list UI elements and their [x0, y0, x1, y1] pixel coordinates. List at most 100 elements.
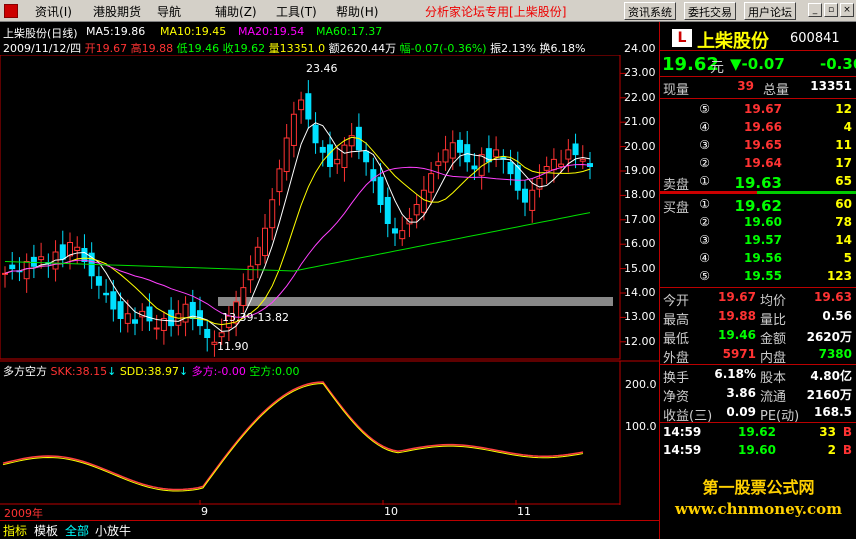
buy-level: ① [699, 197, 710, 211]
indicator-chart[interactable] [0, 360, 659, 505]
forum-button[interactable]: 用户论坛 [744, 2, 796, 20]
divider [660, 50, 856, 51]
close-icon[interactable]: × [840, 3, 854, 17]
buy-price: 19.62 [734, 197, 782, 215]
candle-body [81, 247, 88, 263]
tab-all[interactable]: 全部 [62, 521, 92, 539]
restore-icon[interactable]: ▫ [824, 3, 838, 17]
menu-navigate[interactable]: 导航 [157, 3, 181, 20]
menu-hk-futures[interactable]: 港股期货 [93, 3, 141, 20]
indicator-y-tick: 100.0 [625, 420, 657, 433]
candle-body [269, 199, 276, 229]
stock-logo: L [672, 29, 692, 47]
main-y-tick: 23.00 [624, 66, 656, 80]
stat-value: 0.56 [822, 309, 852, 323]
tick-side: B [842, 425, 852, 439]
price-change-pct: -0.36 [820, 55, 856, 73]
main-y-tick: 24.00 [624, 42, 656, 55]
candle-body [168, 309, 175, 327]
candle-body [536, 177, 543, 190]
candle-body [572, 143, 579, 156]
main-y-tick: 18.00 [624, 188, 656, 202]
candle-body [413, 204, 420, 216]
buy-volume: 14 [835, 233, 852, 247]
tab-template[interactable]: 模板 [31, 521, 61, 539]
candle-body [420, 189, 427, 213]
candle-body [59, 244, 66, 260]
zongliang-value: 13351 [810, 79, 852, 93]
buy-level: ② [699, 215, 710, 229]
info-system-button[interactable]: 资讯系统 [624, 2, 676, 20]
highlight-band [218, 297, 613, 306]
stats-row: 最低 19.46 金额 2620万 [660, 328, 856, 347]
divider [660, 422, 856, 423]
info-open: 开19.67 [84, 42, 128, 55]
sell-level: ② [699, 156, 710, 170]
candle-body [312, 124, 319, 144]
candle-body [449, 142, 456, 159]
x-label-year: 2009年 [4, 507, 43, 520]
main-y-tick: 12.00 [624, 334, 656, 348]
chart-title: 上柴股份(日线) [3, 27, 78, 40]
stat-label: 换手 [663, 371, 690, 386]
ma5-label: MA5:19.86 [86, 25, 146, 38]
stats-row: 最高 19.88 量比 0.56 [660, 309, 856, 328]
stat-value: 5971 [722, 347, 756, 361]
candle-body [30, 256, 37, 267]
buy-volume: 123 [826, 269, 852, 283]
menu-assist[interactable]: 辅助(Z) [215, 3, 257, 20]
sell-level: ④ [699, 120, 710, 134]
candle-body [146, 306, 153, 322]
info-amplitude: 振2.13% [490, 42, 537, 55]
candle-body [377, 176, 384, 205]
stat-label: 最高 [663, 313, 690, 328]
price-change: ▼-0.07 [730, 55, 785, 73]
sell-volume: 4 [843, 120, 852, 134]
candle-body [370, 169, 377, 182]
tick-volume: 2 [827, 443, 836, 457]
candle-body [579, 158, 586, 162]
menu-tools[interactable]: 工具(T) [276, 3, 317, 20]
tick-time: 14:59 [663, 425, 702, 439]
sell-price: 19.67 [744, 102, 782, 116]
stat-value: 3.86 [726, 386, 756, 400]
quote-panel: L 上柴股份 600841 19.62 元 ▼-0.07 -0.36 现量 39… [659, 22, 856, 539]
buy-level: ③ [699, 233, 710, 247]
indicator-y-tick: 200.0 [625, 378, 657, 391]
buy-volume: 78 [835, 215, 852, 229]
candle-body [529, 189, 536, 211]
tab-xiaofangniu[interactable]: 小放牛 [92, 521, 134, 539]
main-y-tick: 16.00 [624, 237, 656, 251]
main-y-tick: 20.00 [624, 139, 656, 153]
candle-body [290, 113, 297, 146]
tab-indicator[interactable]: 指标 [0, 521, 30, 539]
watermark-url: www.chnmoney.com [675, 500, 842, 518]
stats-row: 今开 19.67 均价 19.63 [660, 290, 856, 309]
sell-price: 19.65 [744, 138, 782, 152]
info-low: 低19.46 [176, 42, 220, 55]
tick-volume: 33 [819, 425, 836, 439]
candle-body [457, 139, 463, 153]
buy-price: 19.55 [744, 269, 782, 283]
minimize-icon[interactable]: _ [808, 3, 822, 17]
main-y-tick: 19.00 [624, 164, 656, 177]
main-y-tick: 14.00 [624, 286, 656, 299]
candle-body [276, 168, 283, 193]
trade-button[interactable]: 委托交易 [684, 2, 736, 20]
sell-row: ⑤ 19.67 12 [660, 102, 856, 120]
sell-price: 19.63 [734, 174, 782, 192]
candle-body [298, 99, 305, 111]
zongliang-label: 总量 [763, 83, 790, 98]
menu-info[interactable]: 资讯(I) [35, 3, 72, 20]
main-y-tick: 22.00 [624, 90, 656, 104]
tick-side: B [842, 443, 852, 457]
tick-time: 14:59 [663, 443, 702, 457]
app-logo [4, 4, 18, 18]
menu-help[interactable]: 帮助(H) [336, 3, 378, 20]
candle-body [23, 261, 30, 280]
candle-body [254, 246, 261, 266]
info-turnover: 换6.18% [539, 42, 586, 55]
candle-body [558, 163, 565, 168]
candlestick-chart[interactable] [0, 55, 659, 360]
buy-price: 19.60 [744, 215, 782, 229]
